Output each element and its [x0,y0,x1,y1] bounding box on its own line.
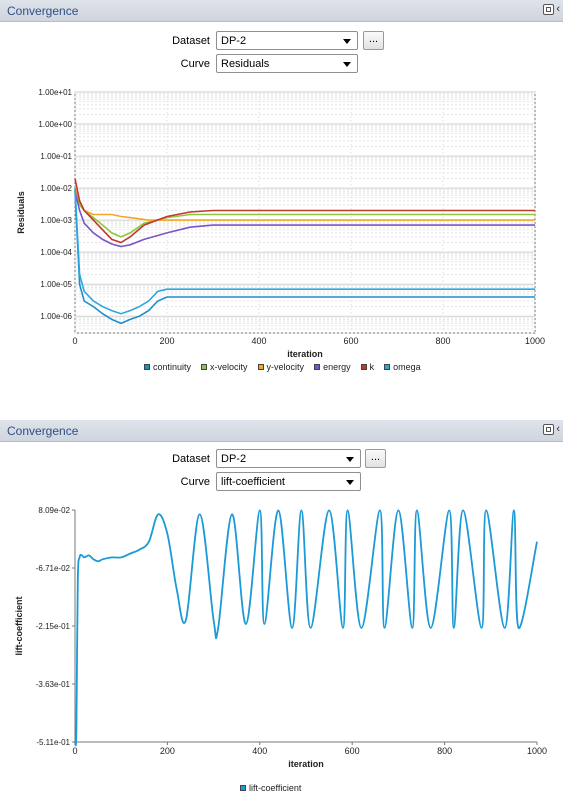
series-line-lift-coefficient [74,509,538,747]
curve-select[interactable]: Residuals [216,54,358,73]
y-tick-label: -3.63e-01 [36,680,71,689]
y-tick-label: 1.00e-01 [40,152,72,161]
legend-swatch [144,364,150,370]
dataset-label: Dataset [172,452,210,465]
restore-icon[interactable] [543,4,555,15]
legend-swatch [201,364,208,370]
legend-label: energy [323,362,351,372]
collapse-icon[interactable]: ‹ [556,4,560,15]
legend-item-omega: omega [384,362,421,372]
residuals-legend: continuity x-velocity y-velocity energy k ome… [144,362,421,372]
dataset-more-button[interactable]: ... [365,449,386,468]
x-tick-label: 1000 [527,746,547,756]
dataset-row: Dataset DP-2 [160,31,358,50]
y-axis-label: Residuals [16,191,26,234]
curve-value: lift-coefficient [221,476,285,488]
legend-item-lift-coefficient: lift-coefficient [240,783,301,793]
x-axis-label: iteration [288,759,324,769]
legend-item-k: k [360,362,375,372]
x-tick-label: 1000 [525,336,545,346]
legend-swatch [257,364,264,370]
panel-title-bar: Convergence ‹ [0,420,563,442]
x-tick-label: 800 [435,336,450,346]
convergence-panel-lift: Convergence ‹ Dataset DP-2 ... Curve lif… [0,420,563,802]
x-tick-label: 400 [251,336,266,346]
curve-row: Curve Residuals [160,54,358,73]
panel-title: Convergence [7,4,79,18]
dataset-select[interactable]: DP-2 [216,31,358,50]
curve-label: Curve [180,475,210,488]
y-tick-label: 1.00e-03 [40,216,72,225]
legend-label: x-velocity [210,362,248,372]
dataset-value: DP-2 [221,453,247,465]
chevron-down-icon [343,39,351,44]
x-axis-label: iteration [287,349,323,359]
y-tick-label: 1.00e-02 [40,184,72,193]
y-tick-label: 1.00e-06 [40,312,72,321]
legend-label: y-velocity [266,362,305,372]
chevron-down-icon [346,457,354,462]
y-tick-label: 8.09e-02 [38,506,70,515]
dataset-value: DP-2 [221,35,247,47]
x-tick-label: 800 [437,746,452,756]
legend-swatch [240,785,246,791]
dataset-select[interactable]: DP-2 [216,449,361,468]
chevron-down-icon [343,62,351,67]
y-tick-label: -5.11e-01 [36,738,70,747]
curve-select[interactable]: lift-coefficient [216,472,361,491]
dataset-row: Dataset DP-2 [160,449,361,468]
y-tick-label: 1.00e-05 [40,280,72,289]
curve-value: Residuals [221,58,270,70]
lift-legend: lift-coefficient [240,783,301,793]
residuals-chart: 1.00e+01 1.00e+00 1.00e-01 1.00e-02 1.00e-03… [16,88,545,359]
collapse-icon[interactable]: ‹ [556,424,560,435]
x-tick-label: 200 [159,336,174,346]
y-tick-label: 1.00e+00 [38,120,72,129]
legend-label: omega [393,362,421,372]
chevron-down-icon [346,480,354,485]
y-axis-label: lift-coefficient [14,596,24,655]
x-tick-label: 600 [345,746,360,756]
curve-label: Curve [180,57,210,70]
y-tick-label: -6.71e-02 [36,564,71,573]
panel-title: Convergence [7,424,79,438]
x-tick-label: 200 [160,746,175,756]
legend-label: continuity [153,362,192,372]
x-tick-label: 600 [343,336,358,346]
legend-label: lift-coefficient [249,783,302,793]
curve-row: Curve lift-coefficient [160,472,361,491]
legend-item-y-velocity: y-velocity [257,362,305,372]
y-tick-label: 1.00e+01 [38,88,72,97]
x-tick-label: 0 [72,336,77,346]
x-tick-label: 400 [252,746,267,756]
restore-icon[interactable] [543,424,555,435]
legend-item-continuity: continuity [144,362,191,372]
legend-label: k [369,362,375,372]
lift-coefficient-chart: 8.09e-02 -6.71e-02 -2.15e-01 -3.63e-01 -5.11… [14,506,547,769]
legend-item-energy: energy [314,362,351,372]
dataset-more-button[interactable]: ... [363,31,384,50]
legend-item-x-velocity: x-velocity [201,362,248,372]
x-tick-label: 0 [72,746,77,756]
dataset-label: Dataset [172,34,210,47]
y-tick-label: 1.00e-04 [40,248,72,257]
convergence-panel-residuals: Convergence ‹ Dataset DP-2 ... Curve Res… [0,0,563,390]
panel-title-bar: Convergence ‹ [0,0,563,22]
legend-swatch [314,364,321,370]
legend-swatch [360,364,367,370]
legend-swatch [384,364,391,370]
y-tick-label: -2.15e-01 [36,622,71,631]
